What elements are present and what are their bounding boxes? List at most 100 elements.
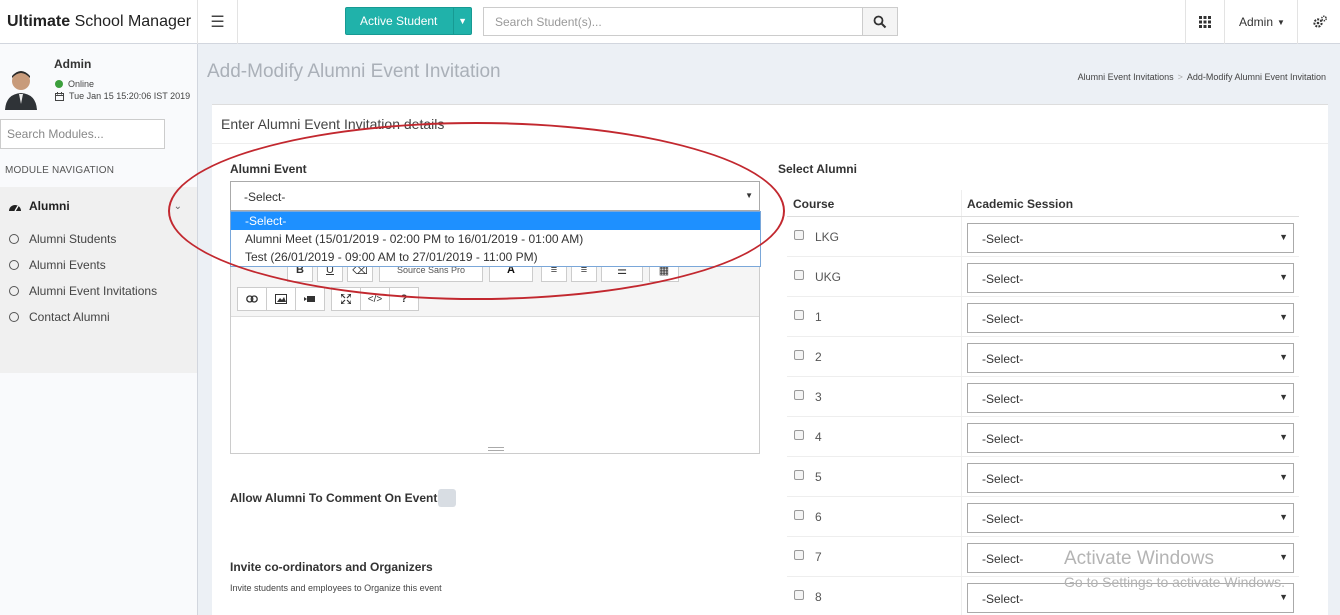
allow-comment-toggle[interactable] bbox=[438, 489, 456, 507]
alumni-event-select[interactable]: -Select- ▼ bbox=[230, 181, 760, 211]
active-student-label: Active Student bbox=[360, 14, 438, 28]
menu-toggle-icon[interactable]: ☰ bbox=[198, 0, 238, 44]
course-checkbox[interactable] bbox=[794, 350, 804, 360]
sidebar-item-contact-alumni[interactable]: Contact Alumni bbox=[9, 310, 110, 324]
module-search-input[interactable]: Search Modules... bbox=[0, 119, 165, 149]
code-view-button[interactable]: </> bbox=[360, 287, 390, 311]
admin-menu[interactable]: Admin ▼ bbox=[1226, 0, 1298, 44]
academic-session-select[interactable]: -Select- ▼ bbox=[967, 383, 1294, 413]
caret-down-icon: ▼ bbox=[745, 191, 753, 200]
circle-icon bbox=[9, 286, 19, 296]
caret-down-icon: ▼ bbox=[1279, 592, 1288, 602]
sidebar-item-label: Contact Alumni bbox=[29, 310, 110, 324]
academic-session-select[interactable]: -Select- ▼ bbox=[967, 343, 1294, 373]
course-checkbox[interactable] bbox=[794, 390, 804, 400]
apps-grid-icon[interactable] bbox=[1185, 0, 1225, 44]
caret-down-icon: ▼ bbox=[1279, 272, 1288, 282]
course-checkbox[interactable] bbox=[794, 230, 804, 240]
session-selected-value: -Select- bbox=[982, 312, 1024, 326]
sidebar-item-alumni-event-invitations[interactable]: Alumni Event Invitations bbox=[9, 284, 157, 298]
session-selected-value: -Select- bbox=[982, 512, 1024, 526]
circle-icon bbox=[9, 312, 19, 322]
active-student-button[interactable]: Active Student ▼ bbox=[345, 7, 472, 35]
event-option[interactable]: Test (26/01/2019 - 09:00 AM to 27/01/201… bbox=[231, 248, 760, 266]
search-icon bbox=[873, 15, 887, 28]
col-header-session: Academic Session bbox=[961, 190, 1299, 217]
breadcrumb-link[interactable]: Alumni Event Invitations bbox=[1078, 72, 1174, 82]
search-button[interactable] bbox=[862, 7, 898, 36]
sidebar-item-label: Alumni bbox=[29, 199, 70, 213]
student-search-input[interactable]: Search Student(s)... bbox=[483, 7, 863, 36]
course-checkbox[interactable] bbox=[794, 510, 804, 520]
nav-group-alumni: Alumni ⌄ Alumni Students Alumni Events A… bbox=[0, 187, 197, 373]
settings-gears-icon[interactable] bbox=[1299, 0, 1340, 44]
academic-session-select[interactable]: -Select- ▼ bbox=[967, 263, 1294, 293]
fullscreen-button[interactable] bbox=[331, 287, 361, 311]
circle-icon bbox=[9, 234, 19, 244]
session-selected-value: -Select- bbox=[982, 472, 1024, 486]
course-checkbox[interactable] bbox=[794, 270, 804, 280]
windows-watermark-subtitle: Go to Settings to activate Windows. bbox=[1064, 574, 1285, 590]
link-button[interactable] bbox=[237, 287, 267, 311]
course-checkbox[interactable] bbox=[794, 590, 804, 600]
app-brand[interactable]: Ultimate School Manager bbox=[0, 0, 198, 44]
course-checkbox[interactable] bbox=[794, 310, 804, 320]
table-row: LKG -Select- ▼ bbox=[787, 217, 1299, 257]
academic-session-select[interactable]: -Select- ▼ bbox=[967, 503, 1294, 533]
course-checkbox[interactable] bbox=[794, 550, 804, 560]
help-button[interactable]: ? bbox=[389, 287, 419, 311]
calendar-icon bbox=[55, 91, 64, 101]
sidebar-item-alumni[interactable]: Alumni ⌄ bbox=[8, 199, 188, 213]
page-title: Add-Modify Alumni Event Invitation bbox=[207, 61, 501, 82]
session-selected-value: -Select- bbox=[982, 272, 1024, 286]
breadcrumb-separator: > bbox=[1177, 72, 1183, 82]
session-selected-value: -Select- bbox=[982, 592, 1024, 606]
academic-session-select[interactable]: -Select- ▼ bbox=[967, 303, 1294, 333]
brand-rest: School Manager bbox=[70, 13, 192, 30]
alumni-event-label: Alumni Event bbox=[230, 162, 307, 176]
invite-organizers-label: Invite co-ordinators and Organizers bbox=[230, 560, 433, 574]
breadcrumb-current: Add-Modify Alumni Event Invitation bbox=[1186, 72, 1326, 82]
chevron-down-icon: ⌄ bbox=[173, 200, 182, 212]
video-button[interactable] bbox=[295, 287, 325, 311]
breadcrumb: Alumni Event Invitations > Add-Modify Alum… bbox=[1078, 72, 1326, 82]
panel-heading: Enter Alumni Event Invitation details bbox=[221, 116, 445, 132]
resize-handle-icon[interactable] bbox=[488, 447, 504, 451]
table-row: 3 -Select- ▼ bbox=[787, 377, 1299, 417]
table-row: 2 -Select- ▼ bbox=[787, 337, 1299, 377]
course-checkbox[interactable] bbox=[794, 470, 804, 480]
login-datetime: Tue Jan 15 15:20:06 IST 2019 bbox=[55, 91, 190, 101]
caret-down-icon: ▼ bbox=[1279, 232, 1288, 242]
caret-down-icon: ▼ bbox=[1279, 392, 1288, 402]
course-checkbox[interactable] bbox=[794, 430, 804, 440]
course-name: LKG bbox=[815, 230, 840, 244]
rich-text-editor[interactable]: B U ⌫ Source Sans Pro A ≡ ≡ ☰ ▦ </> ? bbox=[230, 258, 760, 454]
caret-down-icon: ▼ bbox=[1279, 312, 1288, 322]
image-button[interactable] bbox=[266, 287, 296, 311]
caret-down-icon: ▼ bbox=[1279, 472, 1288, 482]
event-option[interactable]: Alumni Meet (15/01/2019 - 02:00 PM to 16… bbox=[231, 230, 760, 248]
alumni-event-options: -Select- Alumni Meet (15/01/2019 - 02:00… bbox=[230, 211, 761, 267]
windows-watermark-title: Activate Windows bbox=[1064, 548, 1214, 569]
academic-session-select[interactable]: -Select- ▼ bbox=[967, 463, 1294, 493]
course-name: 1 bbox=[815, 310, 822, 324]
editor-toolbar: B U ⌫ Source Sans Pro A ≡ ≡ ☰ ▦ </> ? bbox=[231, 258, 759, 317]
caret-down-icon: ▼ bbox=[1279, 432, 1288, 442]
expand-icon bbox=[341, 294, 351, 304]
sidebar-item-label: Alumni Event Invitations bbox=[29, 284, 158, 298]
top-header: Ultimate School Manager ☰ Active Student… bbox=[0, 0, 1340, 44]
caret-down-icon[interactable]: ▼ bbox=[453, 8, 471, 34]
session-selected-value: -Select- bbox=[982, 352, 1024, 366]
course-name: 8 bbox=[815, 590, 822, 604]
course-name: 7 bbox=[815, 550, 822, 564]
academic-session-select[interactable]: -Select- ▼ bbox=[967, 423, 1294, 453]
session-selected-value: -Select- bbox=[982, 392, 1024, 406]
academic-session-select[interactable]: -Select- ▼ bbox=[967, 223, 1294, 253]
sidebar-item-alumni-students[interactable]: Alumni Students bbox=[9, 232, 116, 246]
sidebar-item-alumni-events[interactable]: Alumni Events bbox=[9, 258, 106, 272]
event-option[interactable]: -Select- bbox=[231, 212, 760, 230]
image-icon bbox=[275, 294, 287, 304]
user-name: Admin bbox=[54, 57, 92, 71]
online-dot-icon bbox=[55, 80, 63, 88]
nav-heading: MODULE NAVIGATION bbox=[5, 165, 115, 176]
